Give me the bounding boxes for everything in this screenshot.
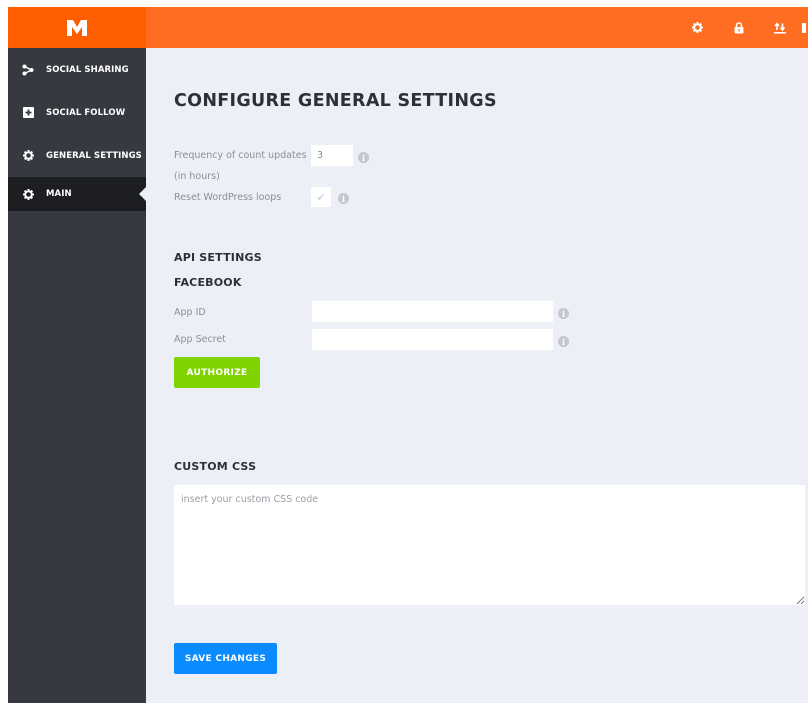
app-frame: SOCIAL SHARING SOCIAL FOLLOW GENERAL SET… bbox=[8, 7, 808, 703]
reset-loops-label: Reset WordPress loops bbox=[174, 192, 282, 203]
frequency-label: Frequency of count updates bbox=[174, 150, 307, 161]
more-button[interactable] bbox=[800, 7, 808, 48]
reset-loops-info-icon[interactable]: i bbox=[338, 193, 349, 204]
frequency-input[interactable] bbox=[311, 145, 353, 166]
app-id-input[interactable] bbox=[312, 301, 553, 322]
frequency-sublabel: (in hours) bbox=[174, 171, 220, 182]
logo[interactable] bbox=[8, 7, 146, 48]
import-export-icon bbox=[773, 21, 786, 34]
sidebar-item-general-settings[interactable]: GENERAL SETTINGS bbox=[8, 134, 146, 177]
main-content: CONFIGURE GENERAL SETTINGS Frequency of … bbox=[146, 48, 808, 703]
top-bar bbox=[8, 7, 808, 48]
app-id-info-icon[interactable]: i bbox=[558, 308, 569, 319]
api-settings-heading: API SETTINGS bbox=[174, 251, 262, 264]
sidebar-item-main[interactable]: MAIN bbox=[8, 177, 146, 211]
reset-loops-checkbox[interactable]: ✔ bbox=[311, 187, 331, 207]
custom-css-textarea[interactable] bbox=[174, 485, 805, 605]
gear-icon bbox=[22, 188, 34, 200]
sidebar-item-label: SOCIAL SHARING bbox=[46, 64, 129, 75]
plus-square-icon bbox=[22, 107, 34, 119]
app-secret-label: App Secret bbox=[174, 334, 226, 345]
checkmark-icon: ✔ bbox=[316, 190, 326, 204]
sidebar-item-label: MAIN bbox=[46, 189, 72, 199]
top-toolbar bbox=[677, 7, 808, 48]
lock-icon bbox=[734, 21, 743, 33]
gear-icon bbox=[692, 22, 703, 33]
app-id-label: App ID bbox=[174, 307, 206, 318]
authorize-button[interactable]: AUTHORIZE bbox=[174, 357, 260, 388]
gear-icon bbox=[22, 150, 34, 162]
custom-css-heading: CUSTOM CSS bbox=[174, 460, 257, 473]
sidebar-item-label: SOCIAL FOLLOW bbox=[46, 107, 126, 118]
page-title: CONFIGURE GENERAL SETTINGS bbox=[174, 91, 497, 111]
security-button[interactable] bbox=[718, 7, 759, 48]
app-secret-info-icon[interactable]: i bbox=[558, 336, 569, 347]
sidebar: SOCIAL SHARING SOCIAL FOLLOW GENERAL SET… bbox=[8, 48, 146, 703]
settings-button[interactable] bbox=[677, 7, 718, 48]
save-changes-button[interactable]: SAVE CHANGES bbox=[174, 643, 277, 674]
sidebar-item-label: GENERAL SETTINGS bbox=[46, 150, 142, 161]
logo-m-icon bbox=[67, 19, 87, 36]
sidebar-item-social-follow[interactable]: SOCIAL FOLLOW bbox=[8, 91, 146, 134]
share-icon bbox=[22, 64, 34, 76]
partial-icon bbox=[802, 22, 806, 33]
import-export-button[interactable] bbox=[759, 7, 800, 48]
app-secret-input[interactable] bbox=[312, 329, 553, 350]
sidebar-item-social-sharing[interactable]: SOCIAL SHARING bbox=[8, 48, 146, 91]
frequency-info-icon[interactable]: i bbox=[358, 152, 369, 163]
facebook-heading: FACEBOOK bbox=[174, 276, 242, 289]
